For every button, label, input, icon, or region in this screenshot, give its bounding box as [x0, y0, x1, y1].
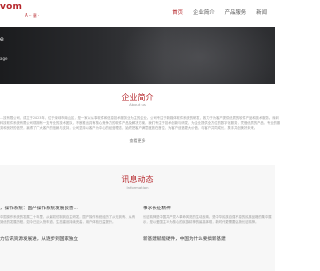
banner-background-glow	[120, 27, 275, 84]
banner-heading: e	[0, 36, 4, 43]
news-item-headline[interactable]: 新基建赋能硬件，中国为什么要搞新基建	[143, 237, 226, 243]
news-title: 讯息动态	[121, 175, 154, 184]
hero-banner: e age	[0, 27, 275, 84]
nav-item-products[interactable]: 产品服务	[223, 8, 249, 18]
news-item-summary: 长征精神是中国共产党人革命风范的生动反映，是中华民族自强不息的民族品格的集中展示…	[143, 215, 272, 224]
logo-subtext: Ä ·· 意 ·	[25, 13, 40, 18]
nav-item-news[interactable]: 新闻	[254, 8, 269, 18]
site-logo[interactable]: vom Ä ·· 意 ·	[0, 2, 46, 24]
news-subtitle: Information	[126, 185, 149, 190]
news-item-headline[interactable]: 事求长征精神	[143, 206, 275, 212]
news-item[interactable]: ，操作系统：国产操作系统发展良善... 中国操作系统的发展二十年里，从最初仿制到…	[0, 206, 136, 236]
banner-subheading: age	[0, 56, 8, 61]
news-item-headline[interactable]: ，操作系统：国产操作系统发展良善...	[0, 206, 136, 212]
nav-item-about[interactable]: 企业简介	[191, 8, 217, 18]
about-subtitle: About us	[129, 102, 146, 107]
about-title: 企业简介	[121, 93, 154, 102]
logo-text: vom	[0, 2, 23, 12]
news-section: 讯息动态 Information ，操作系统：国产操作系统发展良善... 中国操…	[0, 165, 275, 271]
about-paragraph: …技有限公司，成立于2023年，位于深圳市南山区，是一家以从事软件和信息技术服务…	[0, 116, 281, 131]
nav-item-home[interactable]: 首页	[170, 8, 185, 18]
news-item[interactable]: 事求长征精神 长征精神是中国共产党人革命风范的生动反映，是中华民族自强不息的民族…	[143, 206, 275, 236]
news-item-headline[interactable]: 力信讯资源发展进，从逐步到国家独立	[0, 237, 78, 243]
about-section: 企业简介 About us …技有限公司，成立于2023年，位于深圳市南山区，是…	[0, 84, 280, 165]
about-more-link[interactable]: 查看更多	[0, 138, 275, 143]
news-item-summary: 中国操作系统的发展二十年里，从最初仿制到自主研发，国产操作系统经历了从无到有、从…	[0, 215, 136, 224]
site-header: vom Ä ·· 意 · 首页 企业简介 产品服务 新闻	[0, 0, 275, 27]
main-nav: 首页 企业简介 产品服务 新闻	[170, 8, 269, 18]
